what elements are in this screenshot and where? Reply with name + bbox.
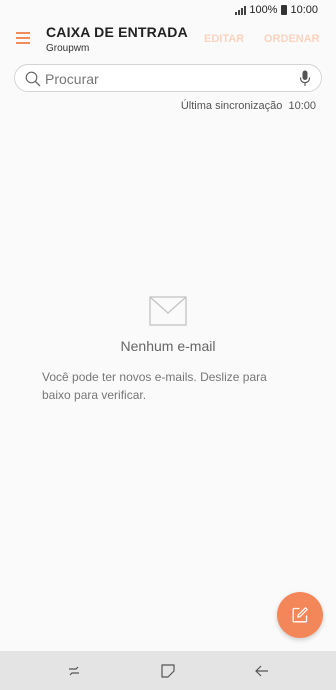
microphone-icon[interactable] — [299, 70, 311, 87]
app-header: CAIXA DE ENTRADA Groupwm EDITAR ORDENAR — [0, 22, 336, 60]
compose-button[interactable] — [277, 592, 323, 638]
last-sync-time: 10:00 — [288, 100, 316, 112]
battery-percent: 100% — [249, 4, 278, 16]
search-bar[interactable] — [14, 64, 322, 92]
battery-icon — [281, 5, 288, 15]
navigation-bar — [0, 651, 336, 690]
account-name: Groupwm — [46, 43, 90, 54]
envelope-icon — [149, 296, 187, 326]
status-time: 10:00 — [290, 4, 318, 16]
home-icon[interactable] — [158, 661, 178, 681]
sort-button[interactable]: ORDENAR — [264, 33, 320, 45]
menu-icon[interactable] — [16, 30, 30, 44]
last-sync: Última sincronização 10:00 — [181, 100, 316, 112]
status-bar: 100% 10:00 — [0, 0, 336, 20]
compose-icon — [292, 607, 308, 623]
search-icon — [25, 71, 41, 87]
edit-button[interactable]: EDITAR — [204, 33, 244, 45]
empty-state-message: Você pode ter novos e-mails. Deslize par… — [42, 370, 267, 402]
empty-state-title: Nenhum e-mail — [120, 338, 216, 354]
signal-icon — [235, 5, 247, 15]
last-sync-label: Última sincronização — [180, 100, 283, 112]
page-title: CAIXA DE ENTRADA — [46, 24, 188, 40]
recent-apps-icon[interactable] — [64, 661, 84, 681]
search-input[interactable] — [45, 69, 295, 88]
back-icon[interactable] — [252, 661, 272, 681]
